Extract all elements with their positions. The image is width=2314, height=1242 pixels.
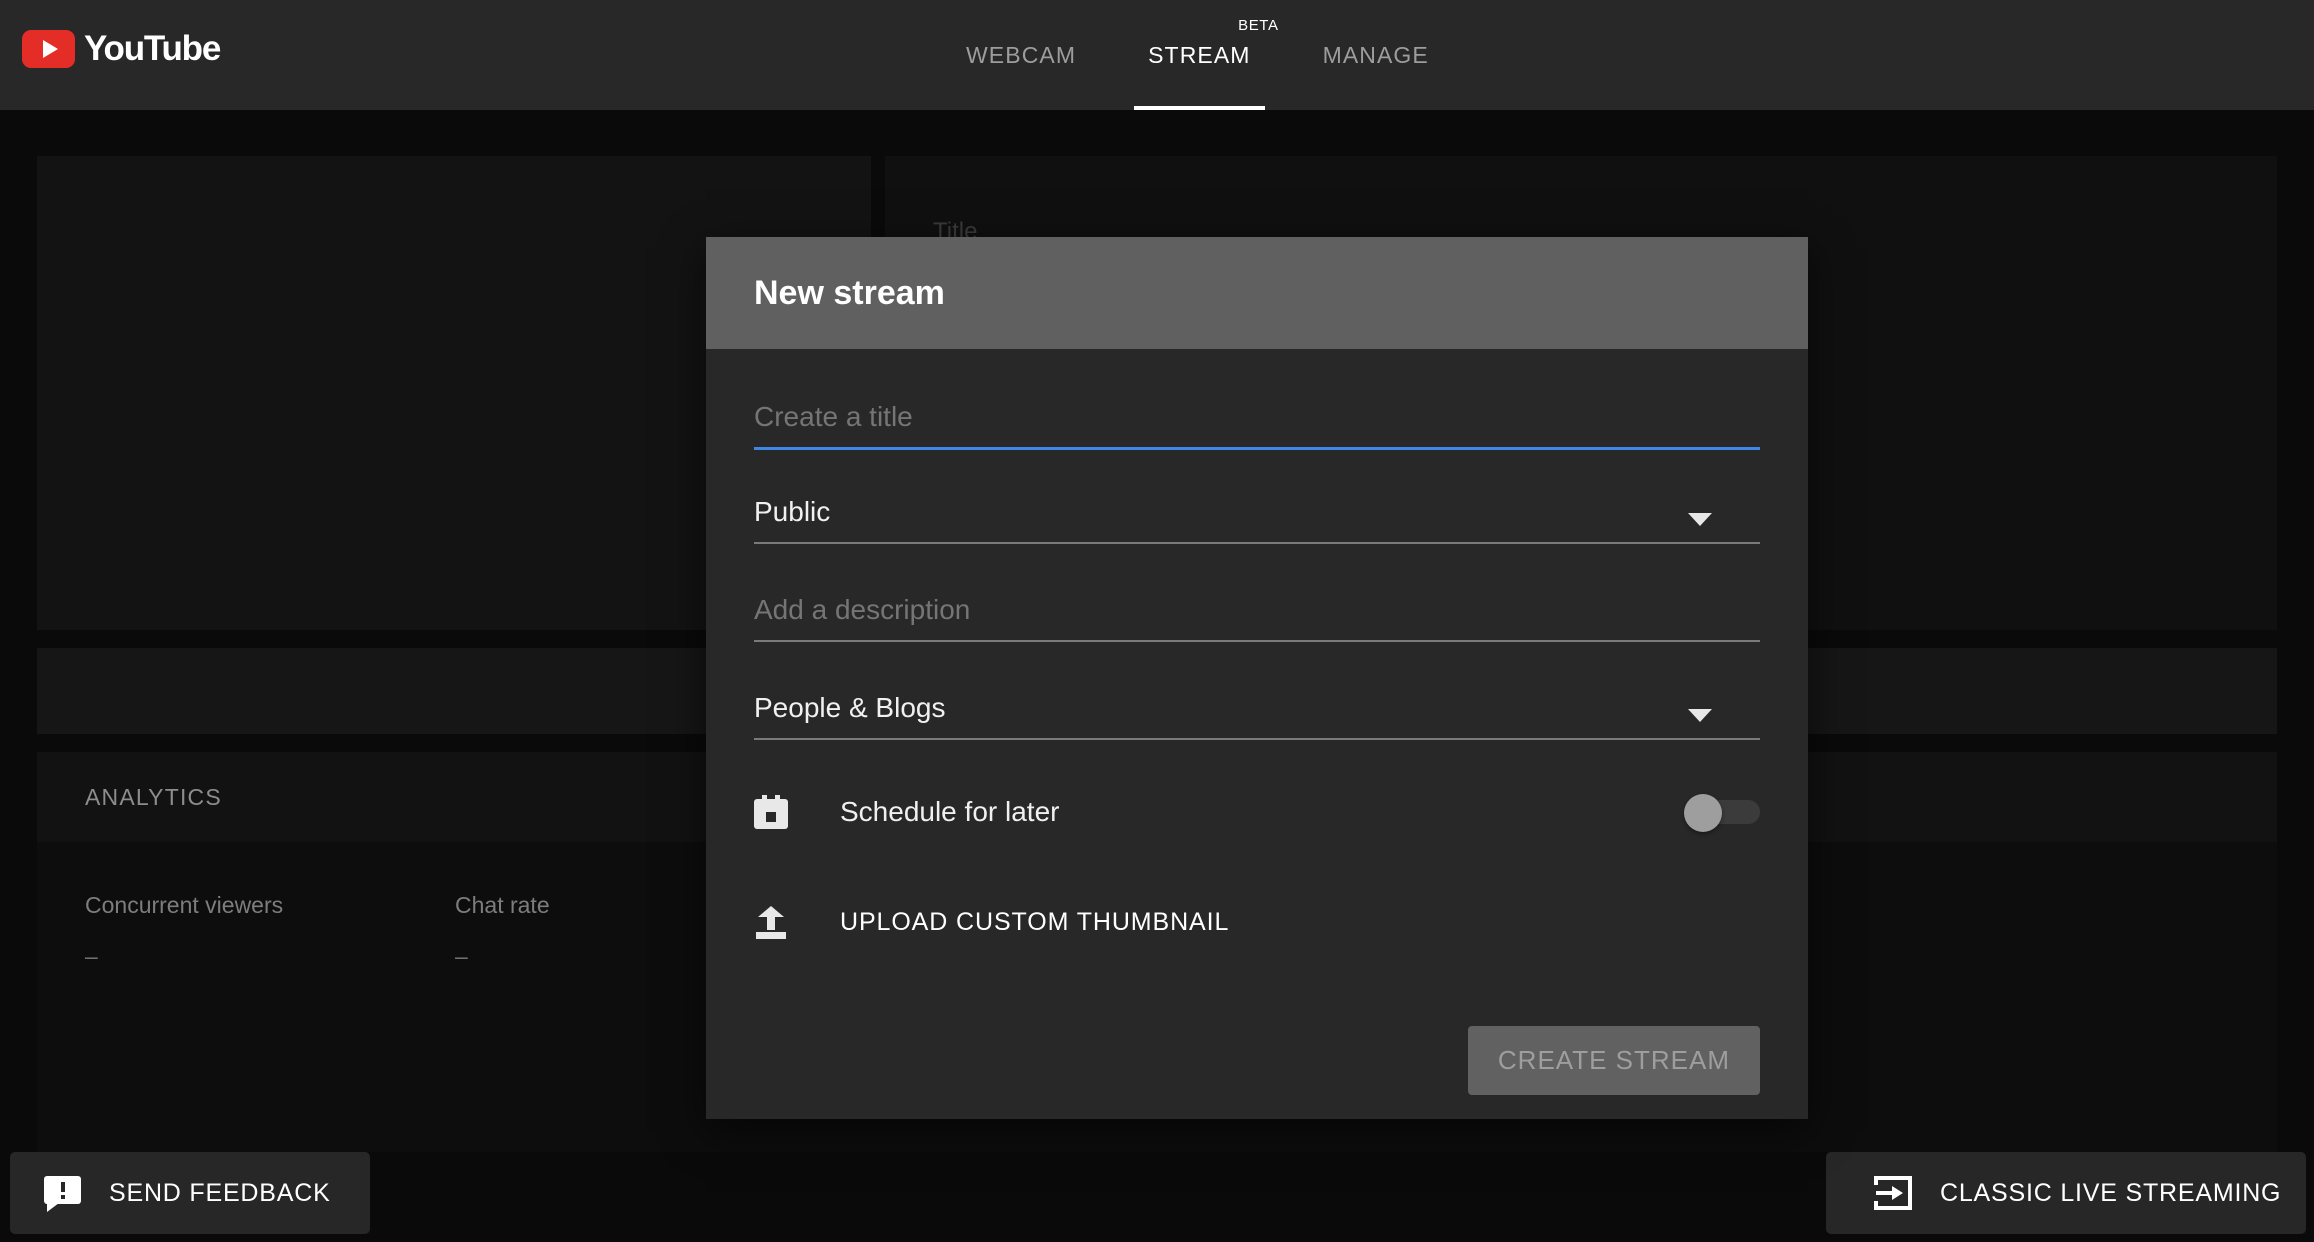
stream-description-input[interactable] <box>754 594 1760 640</box>
tab-stream-beta-badge: BETA <box>1238 17 1279 34</box>
tab-stream-label: STREAM <box>1148 41 1251 68</box>
chevron-down-icon[interactable] <box>1688 513 1712 526</box>
category-select[interactable]: People & Blogs <box>754 692 1760 740</box>
dialog-body: Public People & Blogs <box>706 349 1808 960</box>
classic-live-streaming-label: CLASSIC LIVE STREAMING <box>1940 1178 2282 1207</box>
schedule-for-later-label: Schedule for later <box>840 796 1060 827</box>
stream-description-field[interactable] <box>754 594 1760 642</box>
new-stream-dialog: New stream Public <box>706 237 1808 1119</box>
upload-icon <box>754 905 788 939</box>
dialog-title: New stream <box>754 273 945 312</box>
upload-custom-thumbnail-button[interactable]: UPLOAD CUSTOM THUMBNAIL <box>754 884 1760 960</box>
stream-title-field[interactable] <box>754 401 1760 450</box>
app-root: YouTube WEBCAM STREAM BETA MANAGE Title … <box>0 0 2314 1242</box>
tab-webcam[interactable]: WEBCAM <box>930 0 1112 110</box>
tab-webcam-label: WEBCAM <box>966 41 1077 68</box>
chevron-down-icon[interactable] <box>1688 709 1712 722</box>
feedback-bubble-icon <box>44 1176 81 1212</box>
metric-label: Concurrent viewers <box>85 892 284 918</box>
metric-value: – <box>85 943 98 969</box>
category-underline <box>754 738 1760 740</box>
tab-manage[interactable]: MANAGE <box>1287 0 1465 110</box>
stream-title-input[interactable] <box>754 401 1760 447</box>
dialog-footer: CREATE STREAM <box>1467 1026 1760 1095</box>
tab-stream[interactable]: STREAM BETA <box>1112 0 1286 110</box>
calendar-icon <box>754 795 788 829</box>
visibility-select[interactable]: Public <box>754 496 1760 544</box>
logo-wordmark: YouTube <box>84 29 221 68</box>
classic-live-streaming-button[interactable]: CLASSIC LIVE STREAMING <box>1826 1152 2306 1234</box>
tab-manage-label: MANAGE <box>1322 41 1429 68</box>
visibility-value: Public <box>754 496 831 527</box>
schedule-for-later-toggle[interactable] <box>1684 794 1760 832</box>
send-feedback-label: SEND FEEDBACK <box>109 1178 331 1207</box>
analytics-header-label: ANALYTICS <box>85 783 222 810</box>
main-nav: WEBCAM STREAM BETA MANAGE <box>930 0 1465 110</box>
youtube-logo[interactable]: YouTube <box>22 29 221 68</box>
stream-title-underline <box>754 447 1760 450</box>
visibility-underline <box>754 542 1760 544</box>
upload-custom-thumbnail-label: UPLOAD CUSTOM THUMBNAIL <box>840 907 1230 936</box>
category-value: People & Blogs <box>754 692 946 723</box>
metric-concurrent-viewers: Concurrent viewers – <box>85 892 455 970</box>
top-bar: YouTube WEBCAM STREAM BETA MANAGE <box>0 0 2314 110</box>
exit-arrow-icon <box>1870 1176 1912 1210</box>
send-feedback-button[interactable]: SEND FEEDBACK <box>10 1152 370 1234</box>
schedule-for-later-row: Schedule for later <box>754 774 1760 850</box>
create-stream-button[interactable]: CREATE STREAM <box>1467 1026 1760 1095</box>
dialog-header: New stream <box>706 237 1808 349</box>
stream-description-underline <box>754 640 1760 642</box>
play-triangle-icon <box>22 30 75 68</box>
